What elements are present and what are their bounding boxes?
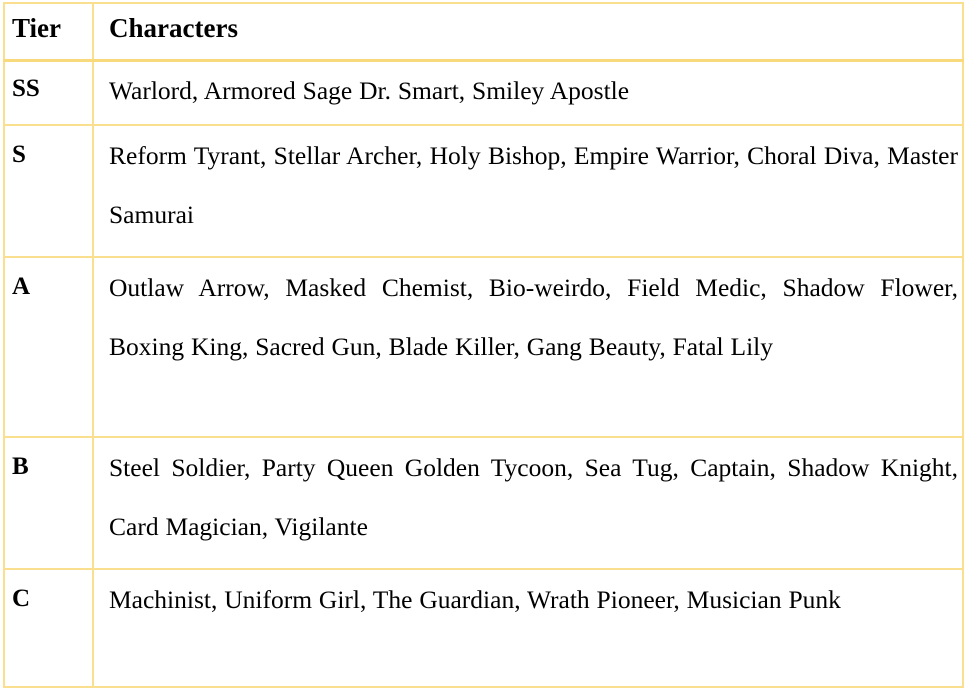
table-body: SS Warlord, Armored Sage Dr. Smart, Smil…: [3, 59, 964, 688]
tier-cell: B: [3, 436, 94, 570]
characters-list: Steel Soldier, Party Queen Golden Tycoon…: [109, 453, 958, 541]
tier-label: C: [12, 585, 31, 612]
tier-cell: SS: [3, 59, 94, 126]
tier-cell: A: [3, 256, 94, 438]
characters-list: Warlord, Armored Sage Dr. Smart, Smiley …: [109, 76, 630, 105]
characters-list: Reform Tyrant, Stellar Archer, Holy Bish…: [109, 141, 958, 229]
tier-label: SS: [12, 75, 40, 102]
column-header-characters: Characters: [92, 2, 964, 62]
tier-list-table: Tier Characters SS Warlord, Armored Sage…: [3, 2, 964, 688]
characters-cell: Warlord, Armored Sage Dr. Smart, Smiley …: [92, 59, 964, 126]
table-row: A Outlaw Arrow, Masked Chemist, Bio-weir…: [3, 256, 964, 438]
table-header-row: Tier Characters: [3, 2, 964, 62]
characters-list: Outlaw Arrow, Masked Chemist, Bio-weirdo…: [109, 273, 958, 361]
table-header: Tier Characters: [3, 2, 964, 62]
page-root: Tier Characters SS Warlord, Armored Sage…: [0, 0, 977, 688]
table-row: B Steel Soldier, Party Queen Golden Tyco…: [3, 436, 964, 570]
characters-cell: Outlaw Arrow, Masked Chemist, Bio-weirdo…: [92, 256, 964, 438]
tier-cell: C: [3, 568, 94, 688]
column-header-tier-label: Tier: [12, 13, 61, 43]
tier-label: A: [12, 273, 31, 300]
table-row: S Reform Tyrant, Stellar Archer, Holy Bi…: [3, 124, 964, 258]
tier-label: B: [12, 453, 29, 480]
tier-cell: S: [3, 124, 94, 258]
characters-cell: Machinist, Uniform Girl, The Guardian, W…: [92, 568, 964, 688]
column-header-characters-label: Characters: [109, 13, 238, 43]
tier-label: S: [12, 141, 26, 168]
table-row: C Machinist, Uniform Girl, The Guardian,…: [3, 568, 964, 688]
table-row: SS Warlord, Armored Sage Dr. Smart, Smil…: [3, 59, 964, 126]
characters-cell: Steel Soldier, Party Queen Golden Tycoon…: [92, 436, 964, 570]
characters-cell: Reform Tyrant, Stellar Archer, Holy Bish…: [92, 124, 964, 258]
column-header-tier: Tier: [3, 2, 94, 62]
characters-list: Machinist, Uniform Girl, The Guardian, W…: [109, 585, 841, 614]
